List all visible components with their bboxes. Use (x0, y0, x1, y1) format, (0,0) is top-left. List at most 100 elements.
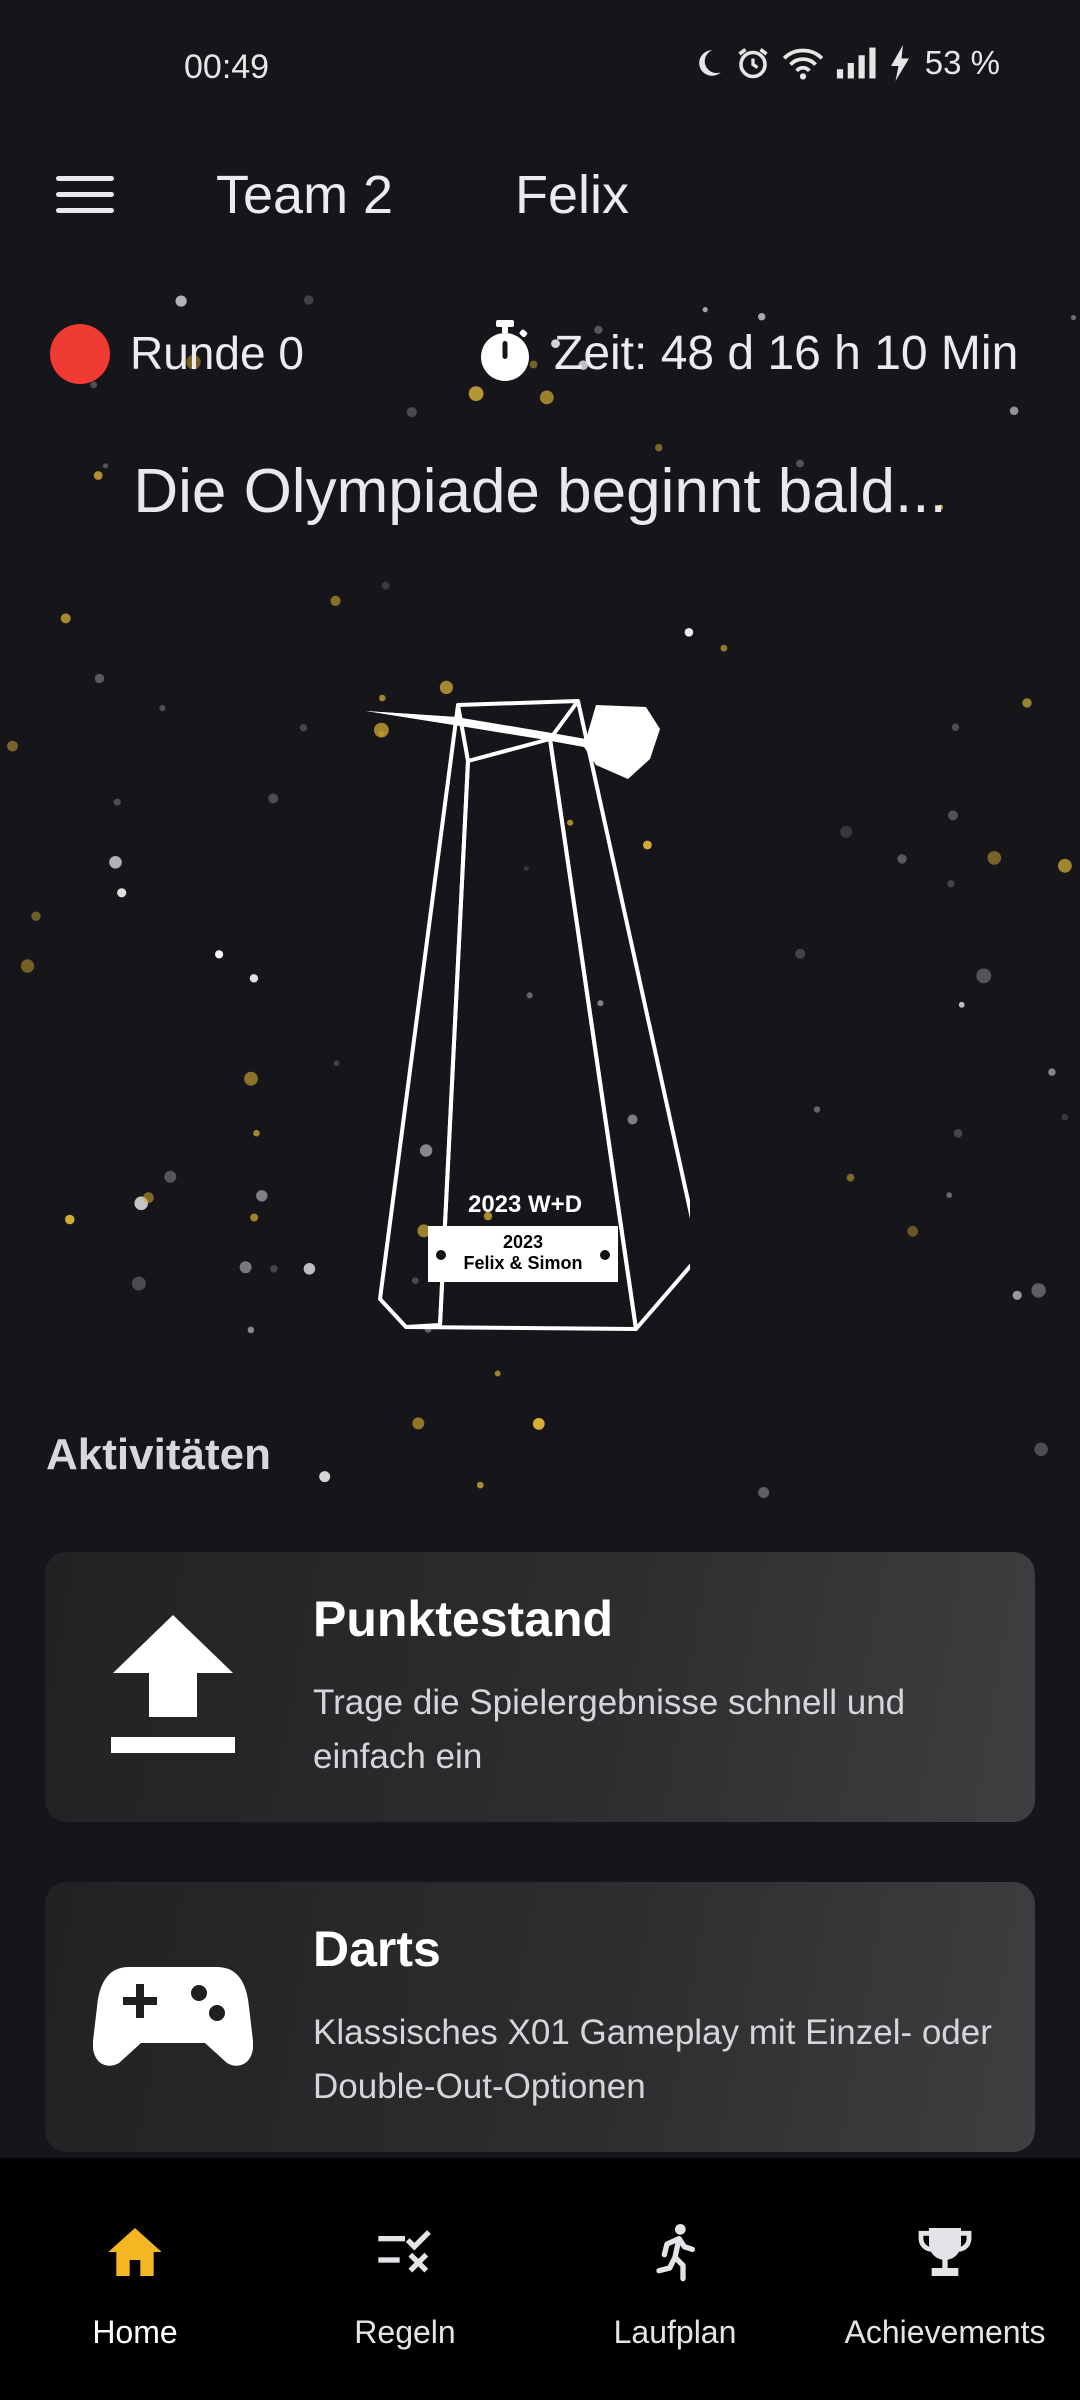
gamepad-icon (93, 1967, 253, 2066)
signal-icon (836, 47, 876, 79)
sparkle (303, 1263, 316, 1275)
sparkle (655, 443, 663, 452)
darts-game-card[interactable]: Darts Klassisches X01 Gameplay mit Einze… (45, 1882, 1035, 2152)
sparkle (946, 1192, 952, 1198)
card-title: Punktestand (313, 1591, 614, 1647)
top-bar: Team 2 Felix (0, 140, 1080, 250)
status-icons: 53 % (691, 44, 1000, 82)
alarm-icon (738, 48, 768, 79)
timer-label: Zeit: 48 d 16 h 10 Min (554, 327, 1019, 380)
sparkle (109, 856, 122, 869)
sparkle (1009, 406, 1019, 416)
sparkle (1061, 1113, 1069, 1121)
nav-schedule[interactable]: Laufplan (540, 2158, 810, 2400)
home-icon (108, 2228, 162, 2276)
sparkle (299, 724, 308, 732)
sparkle (20, 959, 35, 973)
nav-achievements[interactable]: Achievements (810, 2158, 1080, 2400)
sparkle (60, 613, 71, 624)
sparkle (412, 1417, 425, 1430)
sparkle (897, 854, 907, 864)
sparkle (947, 880, 955, 888)
menu-icon (56, 175, 114, 181)
sparkle (239, 1261, 252, 1274)
card-title: Darts (313, 1921, 441, 1977)
sparkle (494, 1370, 501, 1377)
dart-trophy-illustration: 2023 W+D 2023 Felix & Simon (360, 695, 690, 1345)
trophy-engraving: 2023 W+D (467, 1191, 583, 1218)
nav-label: Regeln (354, 2314, 456, 2350)
sparkle (270, 1265, 278, 1273)
sparkle (113, 798, 121, 806)
sparkle (159, 705, 166, 712)
headline: Die Olympiade beginnt bald... (133, 457, 947, 526)
status-time: 00:49 (184, 48, 270, 86)
sparkle (813, 1106, 821, 1113)
sparkle (134, 1196, 148, 1211)
rules-icon (378, 2230, 431, 2273)
sparkle (256, 1190, 268, 1202)
sparkle (175, 295, 187, 307)
sparkle (846, 1173, 855, 1182)
player-tab[interactable]: Felix (505, 154, 639, 236)
stopwatch-icon (481, 320, 529, 381)
card-description: Klassisches X01 Gameplay mit Einzel- ode… (313, 2013, 992, 2106)
trophy-icon (918, 2228, 972, 2276)
sparkle (94, 673, 105, 684)
trophy-plaque: 2023 Felix & Simon (428, 1226, 618, 1282)
sparkle (1012, 1290, 1022, 1300)
round-indicator-dot (50, 324, 110, 384)
sparkle (250, 1213, 259, 1222)
bottom-navigation: Home Regeln Laufplan Achievements (0, 2158, 1080, 2400)
sparkle (333, 1060, 340, 1066)
sparkle (143, 1192, 154, 1204)
sparkle (65, 1214, 75, 1225)
nav-rules[interactable]: Regeln (270, 2158, 540, 2400)
sparkle (31, 911, 41, 921)
plaque-names: Felix & Simon (463, 1253, 583, 1273)
sparkle (840, 825, 853, 838)
runner-icon (656, 2224, 695, 2282)
sparkle (244, 1071, 258, 1086)
sparkle (1031, 1283, 1046, 1298)
sparkle (406, 407, 417, 418)
battery-percent: 53 % (924, 44, 1000, 81)
upload-icon (111, 1615, 235, 1753)
sparkle (131, 1276, 146, 1291)
sparkle (319, 1471, 331, 1483)
menu-button[interactable] (50, 164, 120, 224)
nav-label: Laufplan (613, 2314, 737, 2350)
wifi-icon (782, 48, 823, 80)
moon-icon (698, 50, 721, 76)
sparkle (1034, 1442, 1048, 1457)
sparkle (758, 1487, 770, 1498)
nav-home[interactable]: Home (0, 2158, 270, 2400)
sparkle (953, 1129, 963, 1138)
sparkle (330, 595, 341, 607)
game-info-row: Runde 0 Zeit: 48 d 16 h 10 Min (0, 310, 1080, 394)
sparkle (476, 1481, 484, 1489)
sparkle (253, 1129, 260, 1137)
sparkle (532, 1418, 545, 1430)
sparkle (439, 680, 453, 695)
sparkle (795, 948, 806, 959)
sparkle (7, 740, 18, 752)
sparkle (117, 888, 127, 898)
team-tab[interactable]: Team 2 (206, 154, 403, 236)
card-description: Trage die Spielergebnisse schnell und ei… (313, 1683, 906, 1776)
sparkle (164, 1170, 177, 1183)
nav-label: Home (92, 2314, 178, 2350)
charging-icon (890, 45, 909, 81)
sparkle (976, 968, 992, 984)
sparkle (1048, 1068, 1056, 1076)
sparkle (1022, 698, 1032, 708)
activities-heading: Aktivitäten (46, 1430, 271, 1479)
sparkle (951, 723, 960, 731)
sparkle (987, 851, 1002, 865)
sparkle (1058, 858, 1072, 873)
sparkle (958, 1001, 965, 1008)
score-entry-card[interactable]: Punktestand Trage die Spielergebnisse sc… (45, 1552, 1035, 1822)
status-bar: 00:49 53 % (0, 0, 1080, 140)
sparkle (684, 628, 694, 637)
sparkle (381, 581, 390, 590)
